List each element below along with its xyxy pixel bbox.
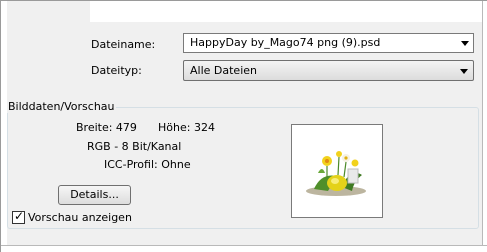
open-file-dialog: Dateiname: HappyDay by_Mago74 png (9).ps… xyxy=(0,0,487,252)
bottom-strip xyxy=(1,245,487,252)
image-preview xyxy=(291,124,383,218)
file-list-area[interactable] xyxy=(90,1,487,22)
filetype-select[interactable]: Alle Dateien xyxy=(183,60,474,81)
filetype-value: Alle Dateien xyxy=(190,64,257,77)
filename-value: HappyDay by_Mago74 png (9).psd xyxy=(190,36,381,49)
width-info: Breite: 479 xyxy=(76,121,137,134)
show-preview-checkbox[interactable]: ✓ xyxy=(12,209,25,224)
color-mode-info: RGB - 8 Bit/Kanal xyxy=(87,140,182,153)
chevron-down-icon xyxy=(460,69,468,74)
filetype-label: Dateityp: xyxy=(91,64,142,77)
details-button[interactable]: Details... xyxy=(58,185,131,205)
show-preview-label[interactable]: Vorschau anzeigen xyxy=(28,211,132,224)
icc-profile-info: ICC-Profil: Ohne xyxy=(104,158,191,171)
height-info: Höhe: 324 xyxy=(158,121,215,134)
filename-input[interactable]: HappyDay by_Mago74 png (9).psd xyxy=(183,33,474,53)
chevron-down-icon[interactable] xyxy=(461,41,469,46)
group-title: Bilddaten/Vorschau xyxy=(7,100,116,113)
easter-flowers-thumbnail xyxy=(306,151,366,196)
filename-label: Dateiname: xyxy=(91,38,156,51)
right-edge xyxy=(482,1,487,252)
checkmark-icon: ✓ xyxy=(14,209,25,223)
